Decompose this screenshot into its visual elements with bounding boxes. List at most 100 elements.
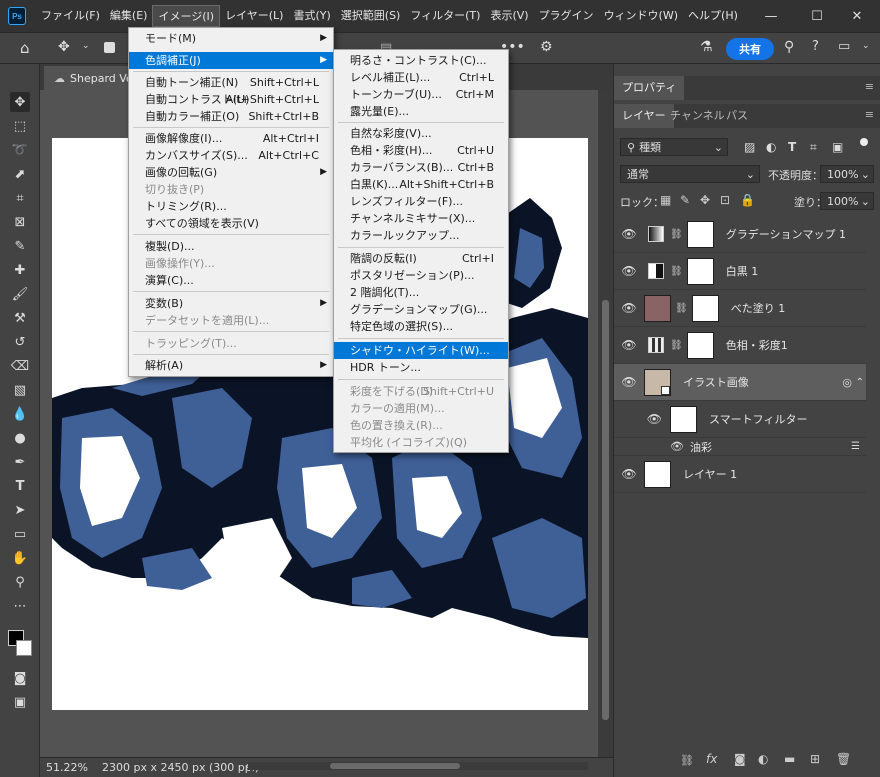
new-layer-icon[interactable]: ⊞ — [810, 752, 820, 766]
eye-icon[interactable]: 👁 — [614, 375, 644, 389]
dodge-tool-icon[interactable]: ● — [10, 428, 30, 448]
menu-edit[interactable]: 編集(E) — [105, 5, 153, 27]
menu-item-variables[interactable]: 変数(B) ▶ — [129, 295, 333, 312]
trash-icon[interactable]: 🗑 — [836, 752, 851, 766]
blend-mode-select[interactable]: 通常 ⌄ — [620, 165, 760, 183]
eye-icon[interactable]: 👁 — [614, 467, 644, 481]
eyedropper-tool-icon[interactable]: ✎ — [10, 236, 30, 256]
menu-filter[interactable]: フィルター(T) — [405, 5, 485, 27]
menu-item-hdr-toning[interactable]: HDR トーン... — [334, 359, 508, 376]
search-icon[interactable]: ⚲ — [784, 39, 794, 55]
menu-window[interactable]: ウィンドウ(W) — [599, 5, 683, 27]
eye-icon[interactable]: 👁 — [614, 264, 644, 278]
eye-icon[interactable]: 👁 — [614, 338, 644, 352]
pen-tool-icon[interactable]: ✒ — [10, 452, 30, 472]
menu-item-invert[interactable]: 階調の反転(I) Ctrl+I — [334, 250, 508, 267]
healing-brush-tool-icon[interactable]: ✚ — [10, 260, 30, 280]
menu-item-auto-color[interactable]: 自動カラー補正(O) Shift+Ctrl+B — [129, 108, 333, 125]
opacity-input[interactable]: 100% ⌄ — [820, 165, 874, 183]
eye-icon[interactable]: 👁 — [614, 412, 662, 426]
menu-item-duplicate[interactable]: 複製(D)... — [129, 238, 333, 255]
help-icon[interactable]: ? — [812, 39, 819, 54]
layer-thumbnail[interactable] — [644, 460, 671, 488]
workspace-icon[interactable]: ▭ — [838, 39, 850, 54]
stamp-tool-icon[interactable]: ⚒ — [10, 308, 30, 328]
filter-row[interactable]: 👁 油彩 ☰ — [614, 438, 866, 456]
layer-row[interactable]: 👁 ⛓ 色相・彩度1 — [614, 327, 866, 364]
close-button[interactable]: ✕ — [834, 0, 880, 32]
quick-mask-icon[interactable]: ◙ — [10, 668, 30, 688]
background-color-swatch[interactable] — [16, 640, 32, 656]
menu-item-adjustments[interactable]: 色調補正(J) ▶ — [129, 52, 333, 69]
menu-layer[interactable]: レイヤー(L) — [220, 5, 288, 27]
gradient-tool-icon[interactable]: ▧ — [10, 380, 30, 400]
lock-all-icon[interactable]: 🔒 — [740, 193, 755, 207]
marquee-tool-icon[interactable]: ⬚ — [10, 116, 30, 136]
vertical-scrollbar[interactable] — [598, 90, 613, 757]
menu-item-analysis[interactable]: 解析(A) ▶ — [129, 357, 333, 374]
blur-tool-icon[interactable]: 💧 — [10, 404, 30, 424]
smart-filter-effects-icon[interactable]: ◎ — [842, 376, 852, 389]
menu-item-color-balance[interactable]: カラーバランス(B)... Ctrl+B — [334, 159, 508, 176]
object-select-tool-icon[interactable]: ⬈ — [10, 164, 30, 184]
menu-item-hue-saturation[interactable]: 色相・彩度(H)... Ctrl+U — [334, 142, 508, 159]
type-tool-icon[interactable]: T — [10, 476, 30, 496]
tab-paths[interactable]: パス — [718, 104, 756, 128]
rectangle-tool-icon[interactable]: ▭ — [10, 524, 30, 544]
layer-row-selected[interactable]: 👁 イラスト画像 ◎ ⌃ — [614, 364, 866, 401]
crop-tool-icon[interactable]: ⌗ — [10, 188, 30, 208]
smart-object-thumbnail[interactable] — [644, 368, 671, 396]
menu-item-selective-color[interactable]: 特定色域の選択(S)... — [334, 318, 508, 335]
adjustment-layer-icon[interactable]: ◐ — [758, 752, 768, 766]
fx-icon[interactable]: fx — [706, 752, 717, 766]
layers-panel-menu-icon[interactable]: ≡ — [865, 108, 874, 121]
menu-help[interactable]: ヘルプ(H) — [683, 5, 743, 27]
layer-mask-thumbnail[interactable] — [691, 294, 719, 322]
menu-item-trim[interactable]: トリミング(R)... — [129, 198, 333, 215]
move-tool-icon[interactable]: ✥ — [58, 39, 70, 55]
filter-options-icon[interactable]: ☰ — [851, 441, 860, 452]
menu-item-vibrance[interactable]: 自然な彩度(V)... — [334, 125, 508, 142]
horizontal-scroll-thumb[interactable] — [330, 763, 460, 769]
menu-view[interactable]: 表示(V) — [485, 5, 533, 27]
filter-type-icon[interactable]: T — [788, 140, 796, 154]
menu-plugins[interactable]: プラグイン — [534, 5, 599, 27]
eye-icon[interactable]: 👁 — [614, 227, 644, 241]
zoom-level[interactable]: 51.22% — [46, 761, 88, 774]
chevron-down-icon[interactable]: ⌄ — [82, 41, 90, 51]
auto-select-checkbox[interactable] — [104, 42, 115, 53]
menu-item-shadows-highlights[interactable]: シャドウ・ハイライト(W)... — [334, 342, 508, 359]
menu-item-photo-filter[interactable]: レンズフィルター(F)... — [334, 193, 508, 210]
layer-mask-thumbnail[interactable] — [686, 257, 714, 285]
eye-icon[interactable]: 👁 — [614, 440, 684, 453]
eraser-tool-icon[interactable]: ⌫ — [10, 356, 30, 376]
zoom-tool-icon[interactable]: ⚲ — [10, 572, 30, 592]
menu-item-auto-tone[interactable]: 自動トーン補正(N) Shift+Ctrl+L — [129, 74, 333, 91]
menu-item-curves[interactable]: トーンカーブ(U)... Ctrl+M — [334, 86, 508, 103]
workspace-chevron-icon[interactable]: ⌄ — [862, 41, 870, 51]
menu-item-image-size[interactable]: 画像解像度(I)... Alt+Ctrl+I — [129, 130, 333, 147]
minimize-button[interactable]: — — [748, 0, 794, 32]
menu-item-canvas-size[interactable]: カンバスサイズ(S)... Alt+Ctrl+C — [129, 147, 333, 164]
lasso-tool-icon[interactable]: ➰ — [10, 140, 30, 160]
menu-item-black-white[interactable]: 白黒(K)... Alt+Shift+Ctrl+B — [334, 176, 508, 193]
menu-item-rotation[interactable]: 画像の回転(G) ▶ — [129, 164, 333, 181]
menu-item-reveal-all[interactable]: すべての領域を表示(V) — [129, 215, 333, 232]
vertical-scroll-thumb[interactable] — [602, 300, 609, 720]
lock-artboard-icon[interactable]: ⊡ — [720, 193, 730, 207]
menu-select[interactable]: 選択範囲(S) — [336, 5, 406, 27]
filter-shape-icon[interactable]: ⌗ — [810, 140, 817, 155]
folder-icon[interactable]: ▬ — [784, 752, 795, 766]
home-icon[interactable]: ⌂ — [20, 39, 30, 57]
filter-toggle-icon[interactable] — [860, 138, 868, 146]
eye-icon[interactable]: 👁 — [614, 301, 644, 315]
gear-icon[interactable]: ⚙ — [540, 39, 553, 55]
brush-tool-icon[interactable]: 🖌 — [10, 284, 30, 304]
menu-item-exposure[interactable]: 露光量(E)... — [334, 103, 508, 120]
path-select-tool-icon[interactable]: ➤ — [10, 500, 30, 520]
menu-type[interactable]: 書式(Y) — [288, 5, 335, 27]
move-tool-icon[interactable]: ✥ — [10, 92, 30, 112]
menu-item-brightness-contrast[interactable]: 明るさ・コントラスト(C)... — [334, 52, 508, 69]
collapse-icon[interactable]: ⌃ — [856, 377, 864, 388]
lock-image-icon[interactable]: ✎ — [680, 193, 690, 207]
